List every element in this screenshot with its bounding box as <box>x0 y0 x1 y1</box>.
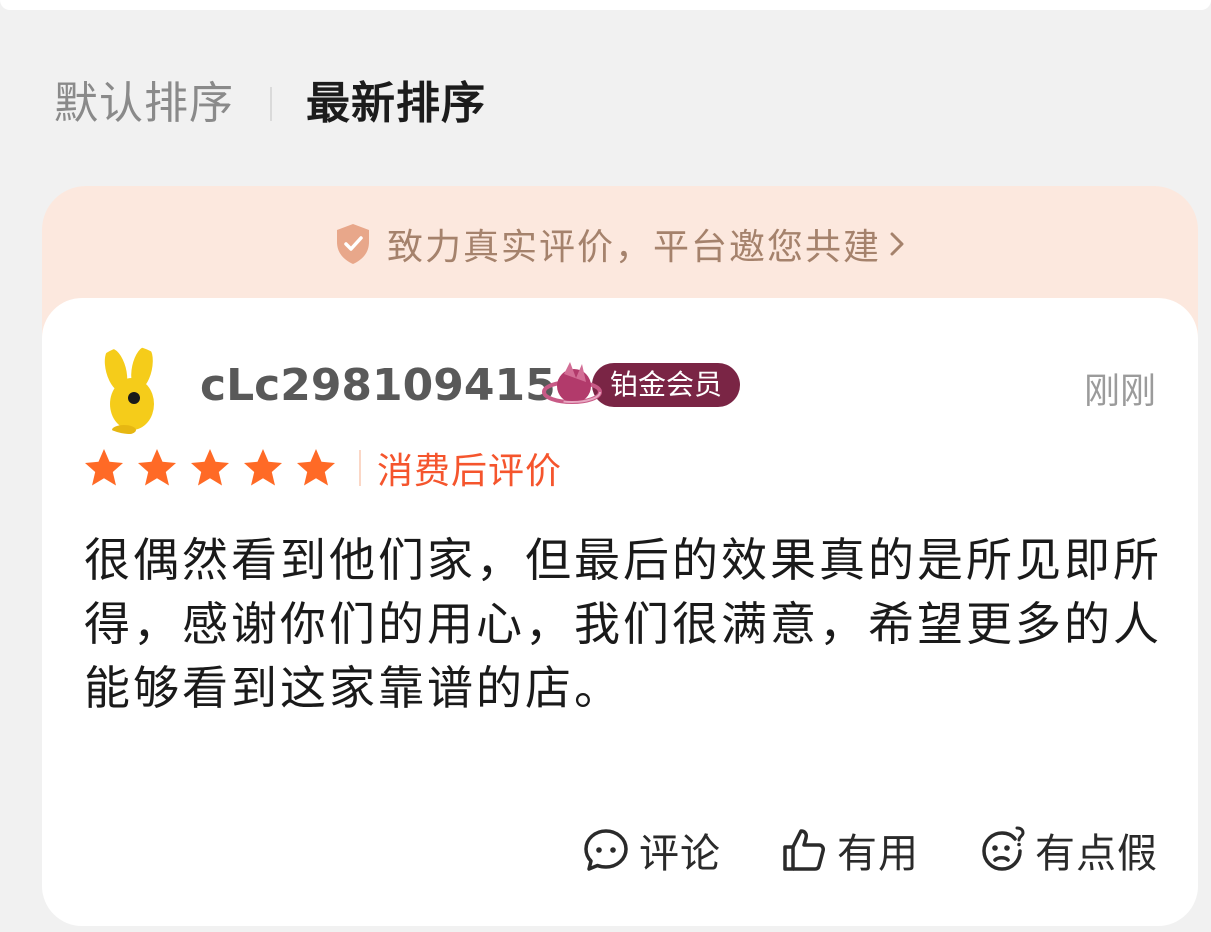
useful-button[interactable]: 有用 <box>779 821 919 879</box>
useful-label: 有用 <box>837 831 919 877</box>
sort-tabs: 默认排序 最新排序 <box>54 72 486 136</box>
star-icon <box>138 449 176 486</box>
username[interactable]: cLc298109415 <box>200 354 556 418</box>
doubtful-face-icon <box>982 826 1025 871</box>
comment-label: 评论 <box>639 831 721 877</box>
star-icon <box>244 449 282 486</box>
avatar[interactable] <box>86 346 174 434</box>
comment-icon <box>584 829 628 871</box>
thumbs-up-icon <box>783 829 825 871</box>
tab-latest-sort[interactable]: 最新排序 <box>306 72 486 136</box>
authentic-review-banner[interactable]: 致力真实评价，平台邀您共建 <box>42 186 1198 302</box>
rating-divider <box>359 450 361 486</box>
shield-check-icon <box>336 224 369 264</box>
review-section: 致力真实评价，平台邀您共建 cLc298109415 铂金会员 刚刚 消费后评价… <box>42 186 1198 926</box>
chevron-right-icon <box>890 232 904 256</box>
previous-card-edge <box>0 0 1211 10</box>
fake-label: 有点假 <box>1035 831 1158 877</box>
fake-report-button[interactable]: 有点假 <box>977 821 1158 879</box>
sort-divider <box>270 87 272 121</box>
member-badge: 铂金会员 <box>542 356 752 414</box>
review-actions: 评论 有用 有点假 <box>581 818 1158 882</box>
star-icon <box>297 449 335 486</box>
star-icon <box>191 449 229 486</box>
comment-button[interactable]: 评论 <box>581 821 721 879</box>
rating-tag: 消费后评价 <box>377 451 563 492</box>
rabbit-avatar-icon <box>86 346 174 434</box>
review-card: cLc298109415 铂金会员 刚刚 消费后评价 很偶然看到他们家，但最后的… <box>42 298 1198 926</box>
planet-badge-icon <box>542 362 602 404</box>
star-icon <box>85 449 123 486</box>
tab-default-sort[interactable]: 默认排序 <box>54 72 234 136</box>
star-rating: 消费后评价 <box>82 442 562 494</box>
review-text: 很偶然看到他们家，但最后的效果真的是所见即所得，感谢你们的用心，我们很满意，希望… <box>84 533 1162 715</box>
review-time: 刚刚 <box>1083 371 1156 412</box>
banner-text: 致力真实评价，平台邀您共建 <box>386 227 881 268</box>
